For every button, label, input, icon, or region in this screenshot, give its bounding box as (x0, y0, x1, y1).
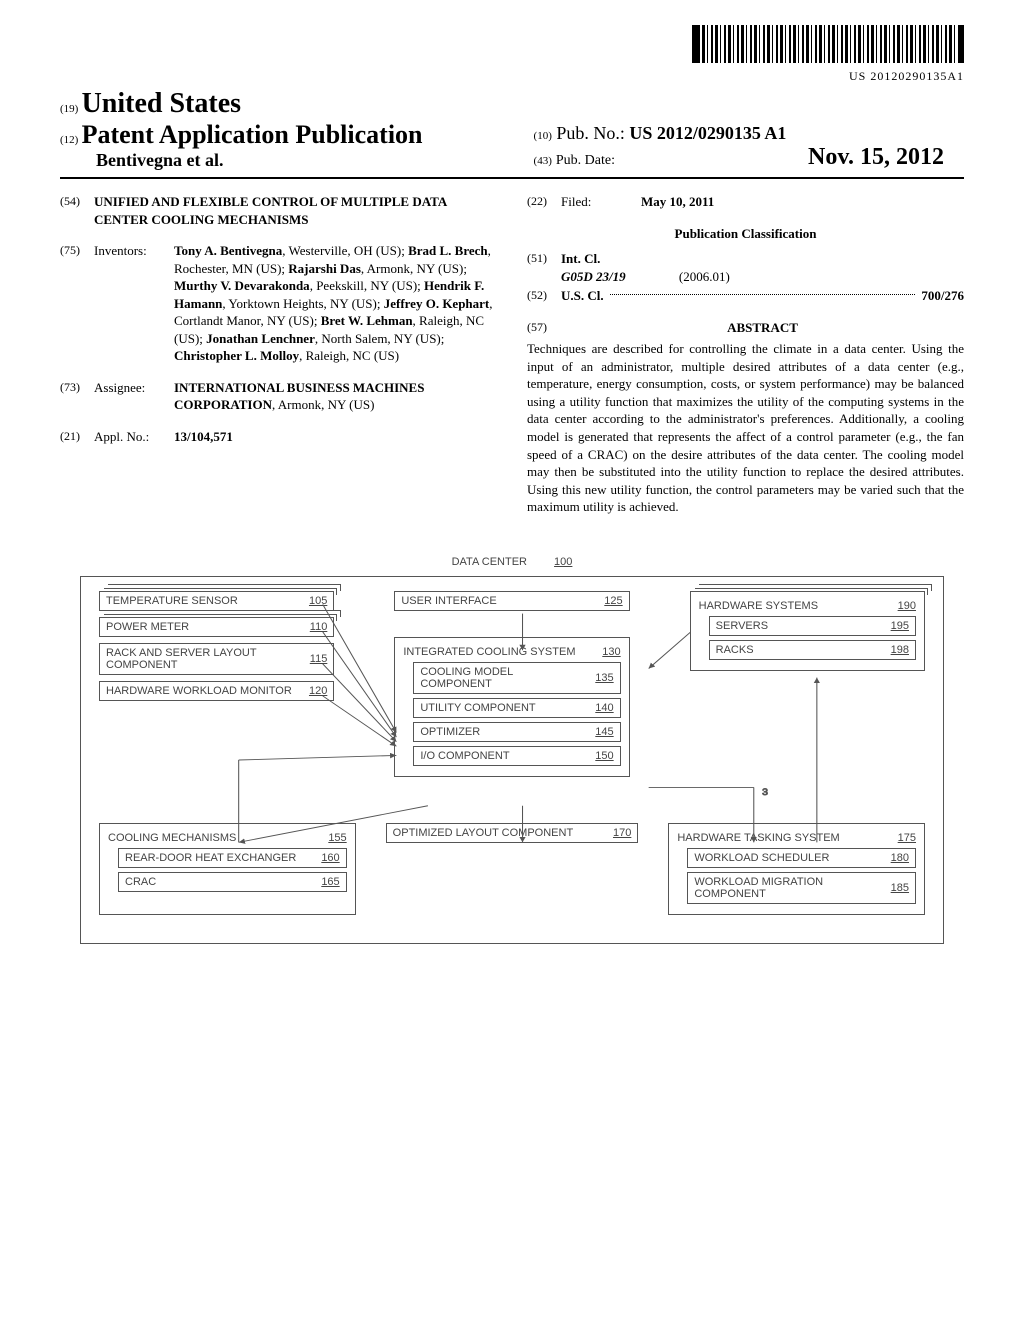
prefix-12: (12) (60, 134, 78, 146)
inventors-list: Tony A. Bentivegna, Westerville, OH (US)… (174, 242, 497, 365)
prefix-73: (73) (60, 379, 94, 414)
connector-label-3: 3 (762, 787, 768, 797)
barcode-region: US 20120290135A1 (60, 25, 964, 84)
uscl-label: U.S. Cl. (561, 287, 604, 305)
barcode-icon (692, 25, 964, 63)
rdhx-box: REAR-DOOR HEAT EXCHANGER160 (118, 848, 347, 868)
hw-systems-box: HARDWARE SYSTEMS190 SERVERS195 RACKS198 (690, 591, 925, 671)
assignee-label: Assignee: (94, 379, 174, 414)
prefix-22: (22) (527, 193, 561, 211)
prefix-57: (57) (527, 319, 561, 337)
diagram-title: DATA CENTER (452, 556, 527, 568)
prefix-54: (54) (60, 193, 94, 228)
intcl-code: G05D 23/19 (561, 269, 626, 284)
abstract-text: Techniques are described for controlling… (527, 340, 964, 515)
document-header: (19) United States (12) Patent Applicati… (60, 88, 964, 179)
prefix-21: (21) (60, 428, 94, 446)
ics-box: INTEGRATED COOLING SYSTEM130 COOLING MOD… (394, 637, 629, 777)
country-name: United States (82, 88, 241, 119)
filed-date: May 10, 2011 (641, 194, 714, 209)
temp-sensor-box: TEMPERATURE SENSOR105 (99, 591, 334, 611)
diagram-col-2: USER INTERFACE125 INTEGRATED COOLING SYS… (394, 591, 629, 783)
pub-classification-heading: Publication Classification (527, 225, 964, 243)
io-component-box: I/O COMPONENT150 (413, 746, 620, 766)
authors-line: Bentivegna et al. (60, 150, 534, 171)
opt-layout-box: OPTIMIZED LAYOUT COMPONENT170 (386, 823, 639, 843)
assignee-value: INTERNATIONAL BUSINESS MACHINES CORPORAT… (174, 379, 497, 414)
prefix-75: (75) (60, 242, 94, 365)
left-column: (54) UNIFIED AND FLEXIBLE CONTROL OF MUL… (60, 193, 497, 516)
data-center-box: TEMPERATURE SENSOR105 POWER METER110 RAC… (80, 576, 944, 944)
uscl-value: 700/276 (921, 287, 964, 305)
patent-page: US 20120290135A1 (19) United States (12)… (0, 0, 1024, 984)
cooling-mechanisms-box: COOLING MECHANISMS155 REAR-DOOR HEAT EXC… (99, 823, 356, 915)
cooling-model-box: COOLING MODEL COMPONENT135 (413, 662, 620, 694)
hw-monitor-box: HARDWARE WORKLOAD MONITOR120 (99, 681, 334, 701)
figure-diagram: DATA CENTER 100 TEMPERATURE SENSOR105 PO… (60, 556, 964, 944)
intcl-label: Int. Cl. (561, 251, 600, 266)
pub-no: US 2012/0290135 A1 (629, 123, 786, 143)
power-meter-box: POWER METER110 (99, 617, 334, 637)
barcode-number: US 20120290135A1 (60, 69, 964, 84)
scheduler-box: WORKLOAD SCHEDULER180 (687, 848, 916, 868)
hw-tasking-box: HARDWARE TASKING SYSTEM175 WORKLOAD SCHE… (668, 823, 925, 915)
abstract-heading: ABSTRACT (727, 320, 798, 335)
pub-no-label: Pub. No.: (556, 123, 625, 143)
invention-title: UNIFIED AND FLEXIBLE CONTROL OF MULTIPLE… (94, 193, 497, 228)
optimizer-box: OPTIMIZER145 (413, 722, 620, 742)
appl-no-label: Appl. No.: (94, 428, 174, 446)
bibliographic-columns: (54) UNIFIED AND FLEXIBLE CONTROL OF MUL… (60, 193, 964, 516)
migration-box: WORKLOAD MIGRATION COMPONENT185 (687, 872, 916, 904)
filed-label: Filed: (561, 193, 641, 211)
pub-date-label: Pub. Date: (556, 153, 615, 169)
prefix-51: (51) (527, 250, 561, 285)
user-interface-box: USER INTERFACE125 (394, 591, 629, 611)
appl-no: 13/104,571 (174, 429, 233, 444)
rack-layout-box: RACK AND SERVER LAYOUT COMPONENT115 (99, 643, 334, 675)
prefix-10: (10) (534, 130, 552, 142)
prefix-43: (43) (534, 155, 552, 167)
intcl-date: (2006.01) (679, 269, 730, 284)
diagram-title-num: 100 (554, 556, 572, 568)
utility-component-box: UTILITY COMPONENT140 (413, 698, 620, 718)
right-column: (22) Filed: May 10, 2011 Publication Cla… (527, 193, 964, 516)
diagram-col-1: TEMPERATURE SENSOR105 POWER METER110 RAC… (99, 591, 334, 707)
prefix-19: (19) (60, 103, 78, 115)
prefix-52: (52) (527, 287, 561, 305)
diagram-col-3: HARDWARE SYSTEMS190 SERVERS195 RACKS198 (690, 591, 925, 677)
doc-type: Patent Application Publication (82, 120, 423, 149)
leader-dots (610, 293, 916, 295)
servers-box: SERVERS195 (709, 616, 916, 636)
pub-date: Nov. 15, 2012 (808, 144, 964, 171)
crac-box: CRAC165 (118, 872, 347, 892)
inventors-label: Inventors: (94, 242, 174, 365)
racks-box: RACKS198 (709, 640, 916, 660)
